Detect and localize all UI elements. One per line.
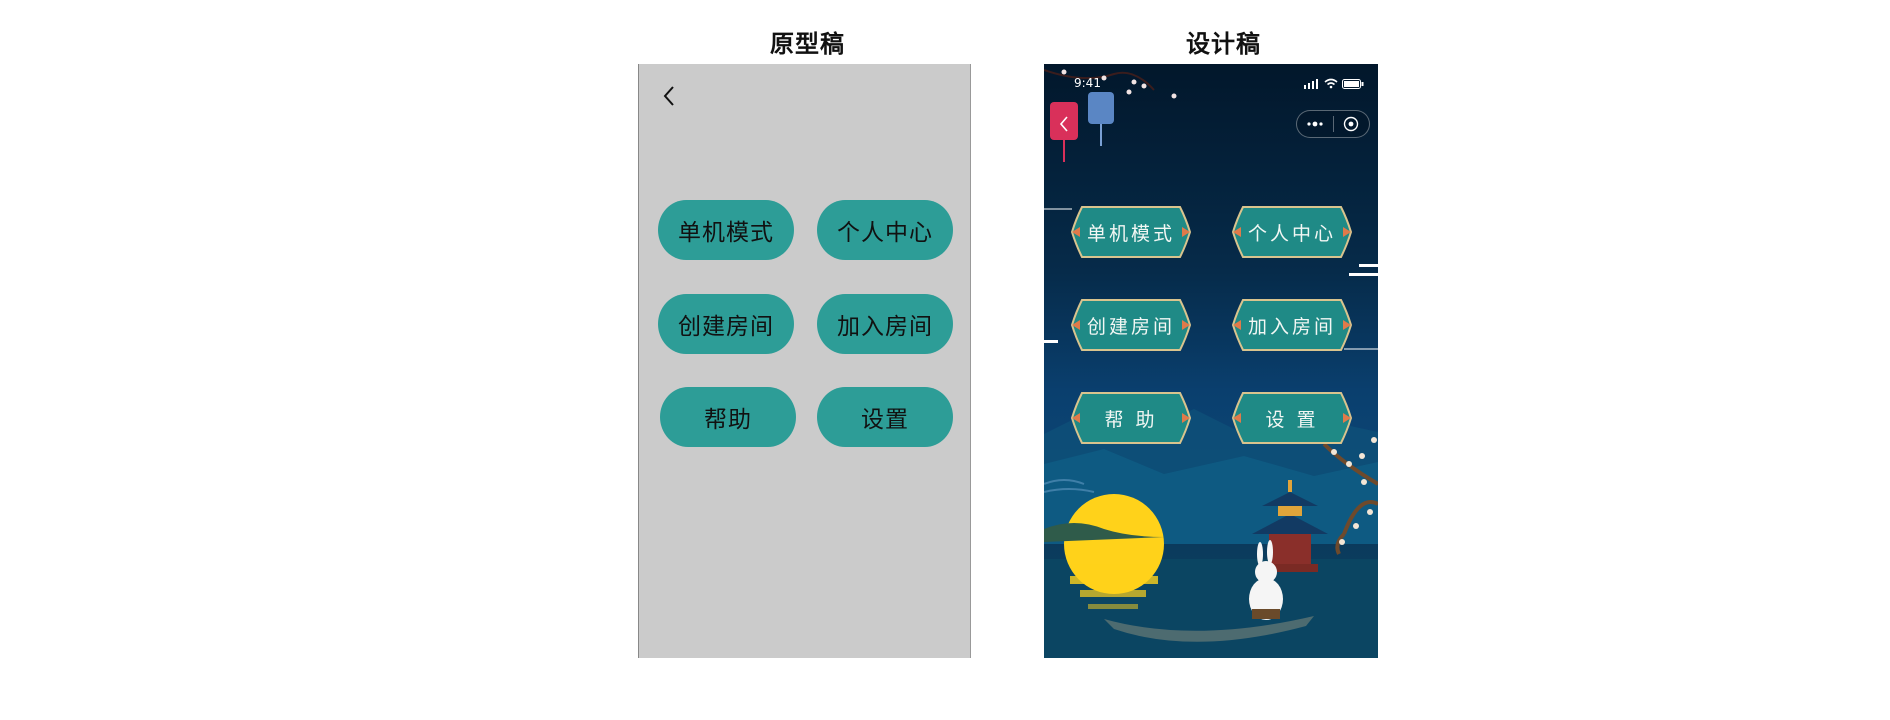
design-screen: 9:41 单机模式 个人中心 创建房间 加入房间 帮 助 设 置 bbox=[1044, 64, 1378, 658]
back-icon bbox=[663, 86, 674, 106]
settings-button[interactable]: 设 置 bbox=[1229, 389, 1355, 447]
battery-icon bbox=[1342, 79, 1364, 89]
wifi-icon bbox=[1324, 78, 1338, 89]
help-button[interactable]: 帮助 bbox=[660, 387, 796, 447]
button-label: 设 置 bbox=[1265, 408, 1319, 431]
prototype-heading: 原型稿 bbox=[770, 29, 845, 58]
single-mode-button[interactable]: 单机模式 bbox=[1068, 203, 1194, 261]
close-button[interactable] bbox=[1333, 111, 1369, 137]
close-circle-icon bbox=[1344, 116, 1359, 132]
button-label: 加入房间 bbox=[837, 314, 933, 340]
help-button[interactable]: 帮 助 bbox=[1068, 389, 1194, 447]
lantern-blue-icon bbox=[1088, 92, 1114, 146]
join-room-button[interactable]: 加入房间 bbox=[817, 294, 953, 354]
design-heading: 设计稿 bbox=[1186, 29, 1261, 58]
background-scene bbox=[1044, 69, 1378, 658]
button-label: 个人中心 bbox=[837, 220, 933, 246]
button-label: 单机模式 bbox=[1086, 222, 1175, 245]
more-button[interactable] bbox=[1297, 111, 1333, 137]
button-label: 设置 bbox=[861, 407, 909, 433]
button-label: 个人中心 bbox=[1247, 222, 1336, 245]
button-label: 帮 助 bbox=[1104, 408, 1158, 431]
button-label: 单机模式 bbox=[678, 220, 774, 246]
button-label: 创建房间 bbox=[1086, 315, 1175, 338]
join-room-button[interactable]: 加入房间 bbox=[1229, 296, 1355, 354]
single-mode-button[interactable]: 单机模式 bbox=[658, 200, 794, 260]
create-room-button[interactable]: 创建房间 bbox=[1068, 296, 1194, 354]
prototype-screen: 单机模式 个人中心 创建房间 加入房间 帮助 设置 bbox=[638, 64, 971, 658]
create-room-button[interactable]: 创建房间 bbox=[658, 294, 794, 354]
button-label: 创建房间 bbox=[678, 314, 774, 340]
personal-center-button[interactable]: 个人中心 bbox=[1229, 203, 1355, 261]
signal-icon bbox=[1304, 79, 1318, 89]
miniprogram-capsule bbox=[1296, 110, 1370, 138]
settings-button[interactable]: 设置 bbox=[817, 387, 953, 447]
back-button[interactable] bbox=[1052, 110, 1076, 138]
status-time: 9:41 bbox=[1074, 76, 1101, 90]
button-label: 帮助 bbox=[704, 407, 752, 433]
personal-center-button[interactable]: 个人中心 bbox=[817, 200, 953, 260]
more-dots-icon bbox=[1307, 121, 1323, 127]
back-icon bbox=[1059, 116, 1068, 132]
button-label: 加入房间 bbox=[1247, 315, 1336, 338]
back-button[interactable] bbox=[659, 82, 679, 110]
